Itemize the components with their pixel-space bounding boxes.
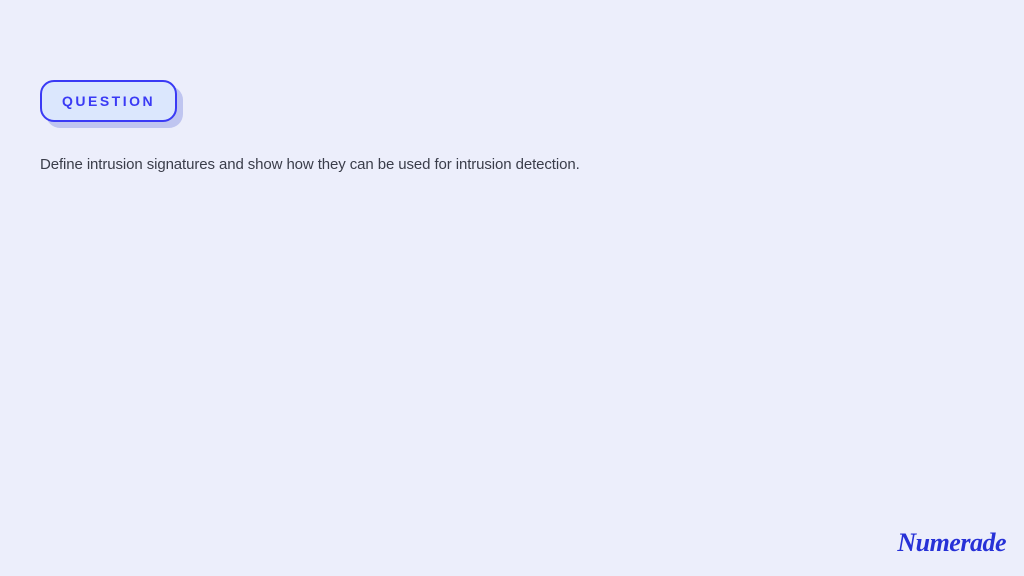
brand-logo: Numerade	[897, 528, 1006, 558]
question-badge-wrapper: QUESTION	[40, 80, 177, 122]
question-badge: QUESTION	[40, 80, 177, 122]
main-content: QUESTION Define intrusion signatures and…	[0, 0, 1024, 217]
question-text: Define intrusion signatures and show how…	[40, 154, 984, 177]
